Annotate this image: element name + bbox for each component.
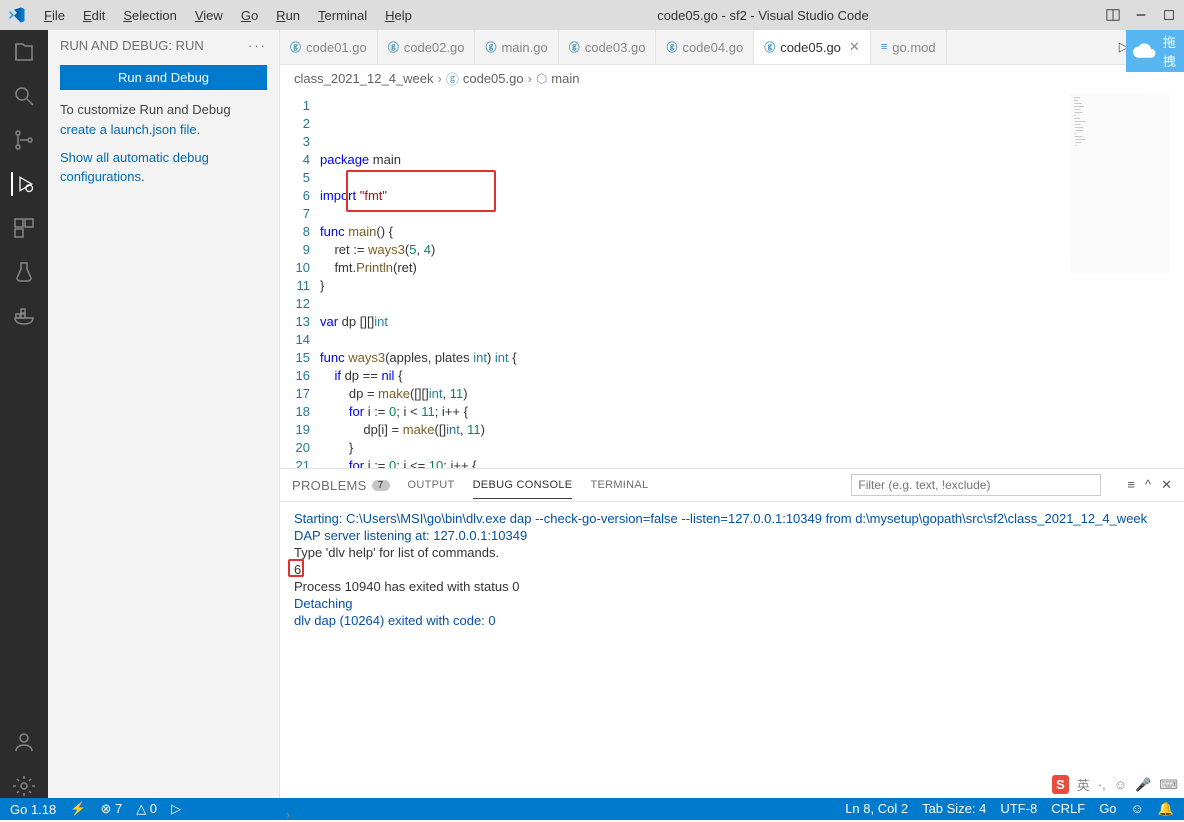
layout-icon[interactable] [1106,8,1120,22]
tab-problems[interactable]: PROBLEMS7 [292,478,390,493]
keyboard-icon[interactable]: ⌨ [1159,777,1178,793]
bottom-panel: PROBLEMS7 OUTPUT DEBUG CONSOLE TERMINAL … [280,468,1184,798]
go-file-icon: ⓖ [446,69,459,88]
go-file-icon: ⓖ [569,39,580,55]
testing-icon[interactable] [12,260,36,284]
debug-console-output[interactable]: Starting: C:\Users\MSI\go\bin\dlv.exe da… [280,502,1184,798]
status-go-version[interactable]: Go 1.18 [10,802,56,817]
activitybar [0,30,48,798]
breadcrumb[interactable]: class_2021_12_4_week › ⓖ code05.go › ⬡ m… [280,65,1184,93]
menu-run[interactable]: Run [268,4,308,27]
sidebar-hint-2: Show all automatic debug configurations. [48,148,279,196]
panel-filter-input[interactable] [851,474,1101,496]
sidebar-run-debug: RUN AND DEBUG: RUN ··· Run and Debug To … [48,30,280,798]
run-debug-icon[interactable] [11,172,35,196]
mic-icon[interactable]: 🎤 [1135,777,1151,793]
menu-file[interactable]: File [36,4,73,27]
show-auto-debug-link[interactable]: Show all automatic debug configurations [60,150,209,185]
sidebar-hint-1: To customize Run and Debug create a laun… [48,100,279,148]
tab-code03-go[interactable]: ⓖcode03.go [559,30,657,64]
docker-icon[interactable] [12,304,36,328]
menu-edit[interactable]: Edit [75,4,113,27]
menubar: File Edit Selection View Go Run Terminal… [36,4,420,27]
create-launch-link[interactable]: create a launch.json file [60,122,197,137]
chevron-right-icon: › [438,71,442,86]
cloud-float-icon[interactable]: 拖拽 [1126,30,1184,72]
code-content[interactable]: package main import "fmt" func main() { … [320,93,1184,468]
chevron-right-icon: › [528,71,532,86]
go-file-icon: ⓖ [485,39,496,55]
menu-help[interactable]: Help [377,4,420,27]
editor-area: ⓖcode01.goⓖcode02.goⓖmain.goⓖcode03.goⓖc… [280,30,1184,798]
source-control-icon[interactable] [12,128,36,152]
sogou-logo-icon: S [1052,775,1069,794]
mod-file-icon: ≡ [881,41,887,53]
tab-code04-go[interactable]: ⓖcode04.go [656,30,754,64]
window-title: code05.go - sf2 - Visual Studio Code [420,8,1106,23]
tab-main-go[interactable]: ⓖmain.go [475,30,558,64]
code-editor[interactable]: 123456789101112131415161718192021 packag… [280,93,1184,468]
go-file-icon: ⓖ [388,39,399,55]
tab-terminal[interactable]: TERMINAL [590,479,648,491]
tab-code01-go[interactable]: ⓖcode01.go [280,30,378,64]
line-numbers: 123456789101112131415161718192021 [280,93,320,468]
titlebar: File Edit Selection View Go Run Terminal… [0,0,1184,30]
emoji-icon[interactable]: ☺ [1114,777,1127,792]
status-debug-icon[interactable]: ▷ [171,801,181,817]
chevron-right-icon[interactable]: › [286,807,290,822]
panel-close-icon[interactable]: ✕ [1161,477,1172,493]
minimap[interactable]: ▬▬▬▬▬▬▬▬▬▬▬▬▬▬ ▬▬▬ ▬▬▬▬▬▬▬▬▬▬▬▬▬▬ ▬▬▬ ▬▬… [1070,93,1170,273]
extensions-icon[interactable] [12,216,36,240]
sidebar-title: RUN AND DEBUG: RUN [60,38,204,53]
accounts-icon[interactable] [12,730,36,754]
minimize-icon[interactable] [1134,8,1148,22]
status-warnings[interactable]: △ 0 [136,801,157,817]
tab-code02-go[interactable]: ⓖcode02.go [378,30,476,64]
editor-tabs: ⓖcode01.goⓖcode02.goⓖmain.goⓖcode03.goⓖc… [280,30,1184,65]
symbol-function-icon: ⬡ [536,71,547,87]
menu-terminal[interactable]: Terminal [310,4,375,27]
sidebar-more-icon[interactable]: ··· [248,38,267,53]
tab-code05-go[interactable]: ⓖcode05.go✕ [754,30,871,64]
explorer-icon[interactable] [12,40,36,64]
run-and-debug-button[interactable]: Run and Debug [60,65,267,90]
close-icon[interactable]: ✕ [849,39,860,55]
search-icon[interactable] [12,84,36,108]
go-file-icon: ⓖ [764,39,775,55]
tab-go-mod[interactable]: ≡go.mod [871,30,947,64]
tab-debug-console[interactable]: DEBUG CONSOLE [473,479,573,499]
go-file-icon: ⓖ [666,39,677,55]
maximize-icon[interactable] [1162,8,1176,22]
status-sync-icon[interactable]: ⚡ [70,801,86,817]
go-file-icon: ⓖ [290,39,301,55]
ime-toolbar[interactable]: S 英 ·, ☺ 🎤 ⌨ [1052,775,1178,794]
clear-console-icon[interactable]: ≡ [1127,477,1135,493]
tab-output[interactable]: OUTPUT [408,479,455,491]
settings-gear-icon[interactable] [12,774,36,798]
menu-view[interactable]: View [187,4,231,27]
menu-selection[interactable]: Selection [115,4,184,27]
status-errors[interactable]: ⊗ 7 [100,801,122,817]
panel-collapse-icon[interactable]: ^ [1145,477,1151,493]
menu-go[interactable]: Go [233,4,266,27]
vscode-logo-icon [8,6,26,24]
